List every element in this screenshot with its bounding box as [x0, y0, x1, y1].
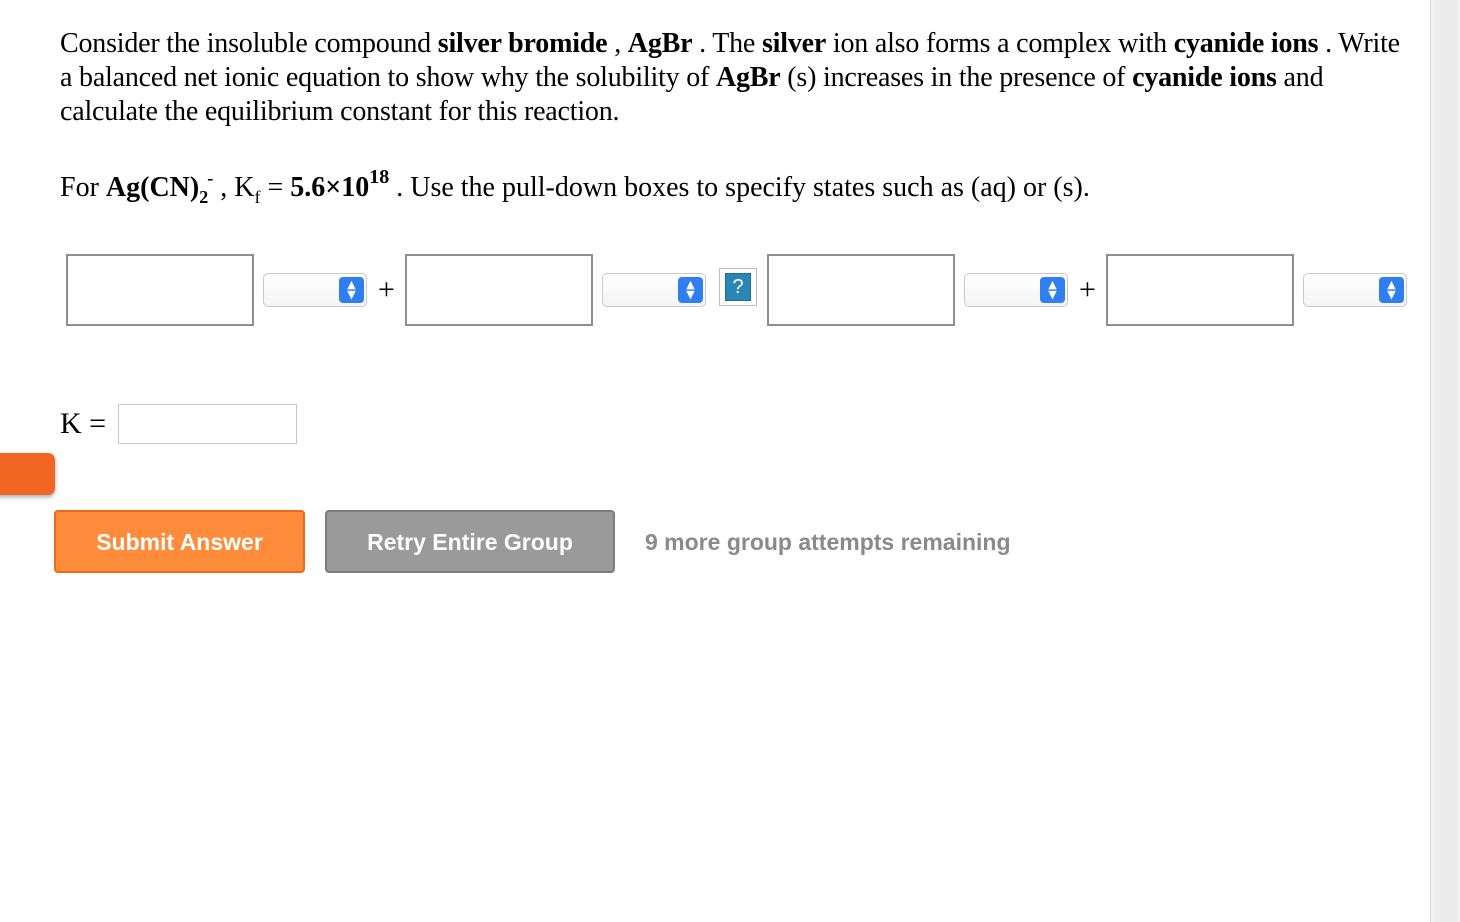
chevron-up-down-icon: ▲ ▼ [1040, 277, 1065, 303]
question-text-part: ion also forms a complex with [826, 28, 1174, 59]
kf-prefix: For [60, 172, 106, 203]
ligand-name: cyanide ions [1173, 28, 1319, 59]
question-text-part: Consider the insoluble compound [60, 28, 438, 59]
retry-entire-group-button[interactable]: Retry Entire Group [325, 510, 615, 573]
plus-sign: + [378, 273, 395, 306]
help-icon: ? [725, 273, 751, 301]
plus-sign: + [1079, 273, 1096, 306]
question-text: Consider the insoluble compound silver b… [60, 27, 1400, 129]
kf-suffix: . Use the pull-down boxes to specify sta… [389, 172, 1090, 203]
complex-subscript: 2 [199, 187, 209, 207]
kf-equals: = [260, 172, 291, 203]
chevron-up-down-icon: ▲ ▼ [1379, 277, 1404, 303]
question-text-part: , [607, 28, 628, 59]
chevron-up-down-icon: ▲ ▼ [339, 277, 364, 303]
compound-name: silver bromide [437, 28, 608, 59]
kf-value-base: 5.6×10 [290, 172, 370, 203]
question-text-part: . The [692, 28, 762, 59]
compound-formula: AgBr [715, 62, 781, 93]
kf-value-exponent: 18 [369, 166, 390, 188]
kf-symbol: , K [213, 172, 255, 203]
formation-constant-line: For Ag(CN)2- , Kf = 5.6×1018 . Use the p… [60, 166, 1400, 210]
product-1-input[interactable] [767, 254, 955, 326]
complex-charge: - [207, 168, 214, 188]
question-text-part: (s) increases in the presence of [780, 62, 1133, 93]
metal-ion-name: silver [761, 28, 827, 59]
submit-answer-button[interactable]: Submit Answer [54, 510, 305, 573]
page-scrollbar[interactable] [1430, 0, 1460, 922]
reaction-arrow-select[interactable]: ? [719, 268, 757, 306]
product-2-input[interactable] [1106, 254, 1294, 326]
attempts-remaining-text: 9 more group attempts remaining [645, 529, 1011, 555]
complex-formula-main: Ag(CN) [105, 172, 200, 203]
reactant-2-input[interactable] [405, 254, 593, 326]
kf-value: 5.6×1018 [290, 166, 389, 203]
ligand-name: cyanide ions [1132, 62, 1277, 93]
compound-formula: AgBr [627, 28, 693, 59]
complex-formula: Ag(CN)2- [105, 168, 213, 207]
scrollbar-track[interactable] [1435, 0, 1457, 922]
product-2-state-select[interactable]: ▲ ▼ [1303, 273, 1407, 307]
chevron-up-down-icon: ▲ ▼ [678, 277, 703, 303]
reactant-2-state-select[interactable]: ▲ ▼ [602, 273, 706, 307]
k-value-input[interactable] [118, 404, 297, 444]
side-tab[interactable] [0, 453, 55, 495]
product-1-state-select[interactable]: ▲ ▼ [964, 273, 1068, 307]
k-label: K = [60, 407, 107, 440]
reactant-1-input[interactable] [66, 254, 254, 326]
reactant-1-state-select[interactable]: ▲ ▼ [263, 273, 367, 307]
kf-subscript: f [254, 187, 261, 207]
